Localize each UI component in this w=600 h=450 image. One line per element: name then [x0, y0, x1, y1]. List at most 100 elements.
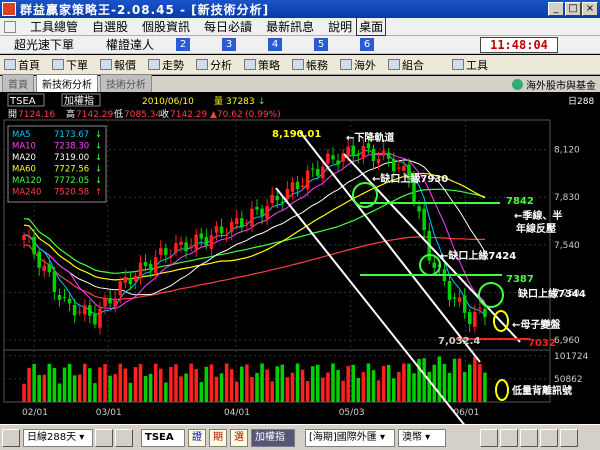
volume-bar — [351, 364, 356, 402]
maximize-button[interactable]: □ — [565, 2, 581, 16]
warrant-link[interactable]: 權證達人 — [106, 36, 154, 53]
candle-body — [386, 152, 391, 159]
settings-icon[interactable] — [2, 428, 20, 447]
menu-tools[interactable]: 工具總管 — [30, 18, 78, 35]
toolbar-tools[interactable]: 工具 — [452, 57, 488, 73]
candle-body — [67, 298, 72, 304]
volume-bar — [98, 367, 102, 402]
tools-icon[interactable] — [520, 428, 538, 447]
toolbar-quote[interactable]: 報價 — [100, 57, 136, 73]
menu-desktop[interactable]: 桌面 — [356, 17, 387, 36]
futures-button[interactable]: 期 — [209, 428, 227, 447]
menu-help[interactable]: 說明 — [328, 18, 352, 35]
menu-watchlist[interactable]: 自選股 — [92, 18, 128, 35]
volume-bar — [280, 364, 285, 402]
strategy-icon — [244, 59, 256, 70]
draw-icon[interactable] — [500, 428, 518, 447]
close-button[interactable]: × — [582, 2, 598, 16]
volume-bar — [432, 364, 437, 402]
candle-body — [57, 294, 62, 300]
tab-tech-analysis[interactable]: 技術分析 — [100, 74, 152, 92]
vol-tick-label: 101724 — [554, 352, 589, 362]
annotation-label: 缺口上緣7344 — [517, 287, 586, 300]
candle-body — [133, 275, 138, 281]
tab-new-tech-analysis[interactable]: 新技術分析 — [36, 74, 98, 92]
currency-select[interactable]: 澳幣 ▾ — [398, 428, 446, 447]
eraser-icon[interactable] — [540, 428, 558, 447]
legend-value: 7772.05 — [54, 176, 89, 186]
period-select[interactable]: 日線288天 ▾ — [23, 428, 93, 447]
period-prev[interactable] — [95, 428, 113, 447]
home-icon — [4, 59, 16, 70]
menu-stock-info[interactable]: 個股資訊 — [142, 18, 190, 35]
volume-bar — [83, 363, 87, 402]
vol-value: 37283 — [226, 97, 255, 107]
volume-bar — [199, 382, 204, 402]
legend-arrow: ↓ — [95, 130, 102, 140]
volume-bar — [467, 364, 472, 402]
options-button[interactable]: 選 — [230, 428, 248, 447]
candle-body — [123, 277, 128, 283]
vol-arrow: ↓ — [258, 97, 266, 107]
exchange-select[interactable]: [海期]國際外匯 ▾ — [305, 428, 395, 447]
candle-body — [483, 308, 487, 318]
status-bar: 日線288天 ▾ TSEA 證 期 選 加權指 [海期]國際外匯 ▾ 澳幣 ▾ — [0, 424, 600, 450]
candle-body — [402, 165, 406, 171]
candle-body — [245, 222, 249, 224]
overseas-fund-link[interactable]: 海外股市與基金 — [512, 77, 596, 92]
menu-app-icon[interactable] — [4, 20, 16, 33]
volume-bar — [164, 382, 168, 402]
toolbar-combo[interactable]: 組合 — [388, 57, 424, 73]
y-tick-label: 7,540 — [554, 241, 580, 251]
tab-home[interactable]: 首頁 — [2, 74, 34, 92]
volume-bar — [447, 372, 452, 402]
volume-bar — [214, 376, 219, 402]
toolbar-overseas[interactable]: 海外 — [340, 57, 376, 73]
toolbar-trend[interactable]: 走勢 — [148, 57, 184, 73]
candle-body — [316, 168, 320, 176]
candle-body — [275, 195, 280, 201]
volume-bar — [209, 364, 214, 402]
minimize-button[interactable]: _ — [548, 2, 564, 16]
candle-body — [300, 185, 305, 188]
quick-order-link[interactable]: 超光速下單 — [14, 36, 74, 53]
toolbar-strategy[interactable]: 策略 — [244, 57, 280, 73]
menu-news[interactable]: 最新訊息 — [266, 18, 314, 35]
add-icon[interactable] — [480, 428, 498, 447]
volume-bar — [240, 366, 244, 402]
quick-slot-3[interactable]: 3 — [222, 38, 237, 51]
toolbar-home[interactable]: 首頁 — [4, 57, 40, 73]
quick-slot-2[interactable]: 2 — [176, 38, 191, 51]
volume-bar — [321, 377, 325, 402]
quick-slot-4[interactable]: 4 — [268, 38, 283, 51]
quick-slot-6[interactable]: 6 — [360, 38, 375, 51]
candlestick-chart[interactable]: TSEA 加權指 2010/06/10 量 37283 ↓ 日288 開 712… — [0, 92, 600, 433]
legend-name: MA10 — [12, 142, 36, 152]
volume-bar — [376, 380, 381, 402]
candle-body — [265, 206, 269, 219]
candle-body — [336, 160, 340, 165]
toolbar-order[interactable]: 下單 — [52, 57, 88, 73]
menu-daily[interactable]: 每日必讀 — [204, 18, 252, 35]
candle-body — [169, 255, 173, 258]
date-axis: 02/01 03/01 04/01 05/03 06/01 — [22, 408, 479, 418]
analysis-icon — [196, 59, 208, 70]
legend-value: 7238.30 — [54, 142, 89, 152]
stock-button[interactable]: 證 — [188, 428, 206, 447]
gap-circle-7344 — [478, 282, 504, 308]
candle-body — [52, 271, 57, 292]
toolbar-analysis[interactable]: 分析 — [196, 57, 232, 73]
volume-bar — [386, 364, 391, 402]
period-next[interactable] — [115, 428, 133, 447]
grid-icon[interactable] — [560, 428, 578, 447]
day-count: 日288 — [568, 96, 594, 107]
candle-body — [361, 145, 366, 159]
candle-body — [77, 311, 82, 313]
quick-slot-5[interactable]: 5 — [314, 38, 329, 51]
symbol-input[interactable]: TSEA — [141, 428, 185, 447]
low-vol-circle — [495, 379, 509, 401]
chart-panel[interactable]: TSEA 加權指 2010/06/10 量 37283 ↓ 日288 開 712… — [0, 92, 600, 433]
volume-bar — [316, 364, 320, 402]
date-label: 2010/06/10 — [142, 97, 194, 107]
toolbar-account[interactable]: 帳務 — [292, 57, 328, 73]
